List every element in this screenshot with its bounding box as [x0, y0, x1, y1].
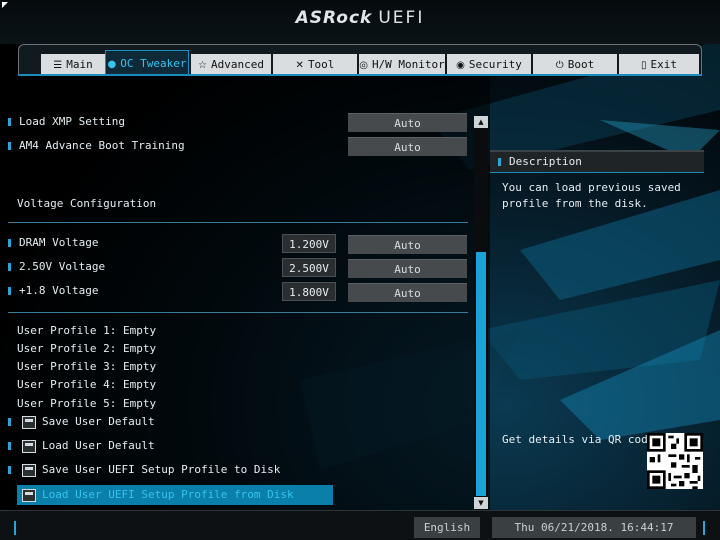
row-marker [8, 263, 11, 271]
tab-oc-tweaker[interactable]: ● OC Tweaker [105, 50, 189, 75]
header-bar: ASRock UEFI [0, 0, 720, 44]
tab-main[interactable]: ☰ Main [41, 54, 105, 75]
am4-boot-value[interactable]: Auto [348, 137, 467, 156]
dram-voltage-value[interactable]: Auto [348, 235, 467, 254]
tab-hw-monitor[interactable]: ◎ H/W Monitor [359, 54, 445, 75]
setting-am4-boot-training[interactable]: AM4 Advance Boot Training [8, 136, 185, 156]
qr-caption: Get details via QR code [502, 433, 655, 446]
user-profile-4: User Profile 4: Empty [17, 378, 157, 391]
section-divider [8, 222, 468, 223]
save-user-default-button[interactable]: Save User Default [22, 412, 338, 432]
tab-bar: ☰ Main ● OC Tweaker ☆ Advanced ✕ Tool ◎ H/W M… [18, 44, 702, 75]
scrollbar-thumb[interactable] [476, 252, 486, 496]
shield-icon: ◉ [456, 60, 465, 71]
disk-load-icon [22, 488, 36, 502]
brand-logo: ASRock [295, 8, 373, 28]
tools-icon: ✕ [295, 60, 304, 71]
dram-voltage-reading: 1.200V [282, 234, 336, 253]
2v5-voltage-value[interactable]: Auto [348, 259, 467, 278]
monitor-icon: ◎ [359, 60, 368, 71]
tab-exit[interactable]: ▯ Exit [619, 54, 699, 75]
setting-2v5-voltage[interactable]: 2.50V Voltage [8, 257, 105, 277]
2v5-voltage-reading: 2.500V [282, 258, 336, 277]
1v8-voltage-reading: 1.800V [282, 282, 336, 301]
exit-icon: ▯ [640, 60, 647, 71]
1v8-voltage-value[interactable]: Auto [348, 283, 467, 302]
setting-1v8-voltage[interactable]: +1.8 Voltage [8, 281, 98, 301]
flame-icon: ● [107, 59, 117, 70]
voltage-section-title: Voltage Configuration [17, 197, 157, 210]
save-profile-to-disk-button[interactable]: Save User UEFI Setup Profile to Disk [22, 460, 338, 480]
product-name: UEFI [378, 8, 425, 28]
row-marker-wrap [8, 412, 19, 432]
qr-code-icon [647, 433, 703, 489]
user-profile-1: User Profile 1: Empty [17, 324, 157, 337]
power-icon: ⏻ [555, 60, 564, 71]
description-header: Description [490, 150, 704, 172]
load-user-default-button[interactable]: Load User Default [22, 436, 338, 456]
tab-tool[interactable]: ✕ Tool [273, 54, 357, 75]
load-profile-from-disk-button[interactable]: Load User UEFI Setup Profile from Disk [17, 485, 333, 505]
footer-marker [14, 521, 16, 535]
row-marker [8, 239, 11, 247]
setting-load-xmp[interactable]: Load XMP Setting [8, 112, 125, 132]
floppy-icon [22, 415, 36, 429]
row-marker [8, 287, 11, 295]
section-divider [8, 312, 468, 313]
datetime-display: Thu 06/21/2018. 16:44:17 [492, 517, 696, 538]
setting-dram-voltage[interactable]: DRAM Voltage [8, 233, 98, 253]
user-profile-2: User Profile 2: Empty [17, 342, 157, 355]
app-title: ASRock UEFI [0, 8, 720, 28]
scroll-up-button[interactable]: ▲ [474, 116, 488, 128]
row-marker [8, 118, 11, 126]
description-marker [498, 158, 501, 166]
user-profile-3: User Profile 3: Empty [17, 360, 157, 373]
tab-boot[interactable]: ⏻ Boot [533, 54, 617, 75]
user-profile-5: User Profile 5: Empty [17, 397, 157, 410]
book-icon [22, 439, 36, 453]
star-icon: ☆ [198, 60, 207, 71]
disk-save-icon [22, 463, 36, 477]
scroll-down-button[interactable]: ▼ [474, 497, 488, 509]
list-icon: ☰ [53, 60, 63, 71]
row-marker [8, 142, 11, 150]
footer-marker [703, 521, 705, 535]
tab-security[interactable]: ◉ Security [447, 54, 531, 75]
row-marker-wrap [8, 436, 19, 456]
mouse-pointer-icon [2, 2, 8, 8]
load-xmp-value[interactable]: Auto [348, 113, 467, 132]
tab-advanced[interactable]: ☆ Advanced [191, 54, 271, 75]
language-button[interactable]: English [414, 517, 480, 538]
row-marker-wrap [8, 460, 19, 480]
description-text: You can load previous saved profile from… [502, 181, 681, 210]
description-divider [490, 172, 704, 173]
